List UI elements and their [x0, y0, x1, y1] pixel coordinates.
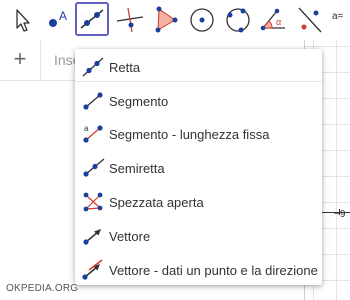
segment-icon	[83, 92, 103, 110]
menu-item-label: Retta	[109, 60, 141, 75]
svg-text:α: α	[276, 17, 281, 27]
line-tool-icon	[80, 9, 104, 29]
reflect-tool-button[interactable]	[292, 2, 326, 36]
angle-tool-button[interactable]: α	[256, 2, 290, 36]
menu-item-segmento[interactable]: Segmento	[75, 85, 322, 119]
slider-tool-label[interactable]: a=	[332, 11, 343, 22]
menu-item-spezzata-aperta[interactable]: Spezzata aperta	[75, 186, 322, 220]
menu-item-vettore[interactable]: Vettore	[75, 220, 322, 254]
ray-icon	[83, 158, 105, 177]
menu-item-segmento-lunghezza-fissa[interactable]: a Segmento - lunghezza fissa	[75, 118, 322, 152]
svg-text:A: A	[59, 9, 67, 23]
move-tool-button[interactable]	[4, 2, 38, 36]
geogebra-window: A α a= + Inse −9 Retta Segmento a Segmen…	[0, 0, 350, 300]
segment-fixed-length-icon: a	[83, 124, 103, 143]
circle-center-tool-button[interactable]	[184, 2, 218, 36]
line-tool-button[interactable]	[75, 2, 109, 36]
circle-center-point-icon	[190, 8, 214, 32]
menu-item-vettore-punto-direzione[interactable]: Vettore - dati un punto e la direzione	[75, 254, 322, 288]
menu-item-retta[interactable]: Retta	[75, 51, 322, 85]
perpendicular-line-icon	[116, 7, 144, 33]
polyline-icon	[83, 192, 103, 212]
add-item-button[interactable]: +	[0, 40, 41, 80]
menu-divider	[75, 81, 322, 82]
menu-item-label: Segmento - lunghezza fissa	[109, 127, 270, 142]
angle-icon: α	[260, 8, 285, 31]
polygon-icon	[155, 6, 178, 33]
circle-through-3-points-icon	[226, 8, 250, 33]
point-A-icon: A	[49, 9, 67, 27]
menu-item-label: Spezzata aperta	[109, 195, 204, 210]
menu-item-label: Vettore - dati un punto e la direzione	[109, 263, 318, 278]
line-through-two-points-icon	[82, 57, 104, 77]
point-tool-button[interactable]: A	[40, 2, 74, 36]
pointer-arrow-icon	[16, 9, 30, 32]
reflect-about-line-icon	[298, 7, 322, 33]
menu-item-label: Vettore	[109, 229, 151, 244]
menu-item-semiretta[interactable]: Semiretta	[75, 152, 322, 186]
watermark: OKPEDIA.ORG	[6, 283, 79, 294]
toolbar: A α a=	[0, 0, 350, 41]
menu-item-label: Segmento	[109, 94, 169, 109]
svg-text:a: a	[84, 124, 89, 133]
vector-from-point-icon	[82, 259, 103, 280]
menu-item-label: Semiretta	[109, 161, 165, 176]
line-tools-dropdown: Retta Segmento a Segmento - lunghezza fi…	[75, 49, 322, 285]
vector-icon	[83, 229, 101, 245]
perpendicular-tool-button[interactable]	[112, 2, 146, 36]
polygon-tool-button[interactable]	[148, 2, 182, 36]
x-tick-label: −9	[334, 209, 346, 220]
circle-3-points-tool-button[interactable]	[220, 2, 254, 36]
